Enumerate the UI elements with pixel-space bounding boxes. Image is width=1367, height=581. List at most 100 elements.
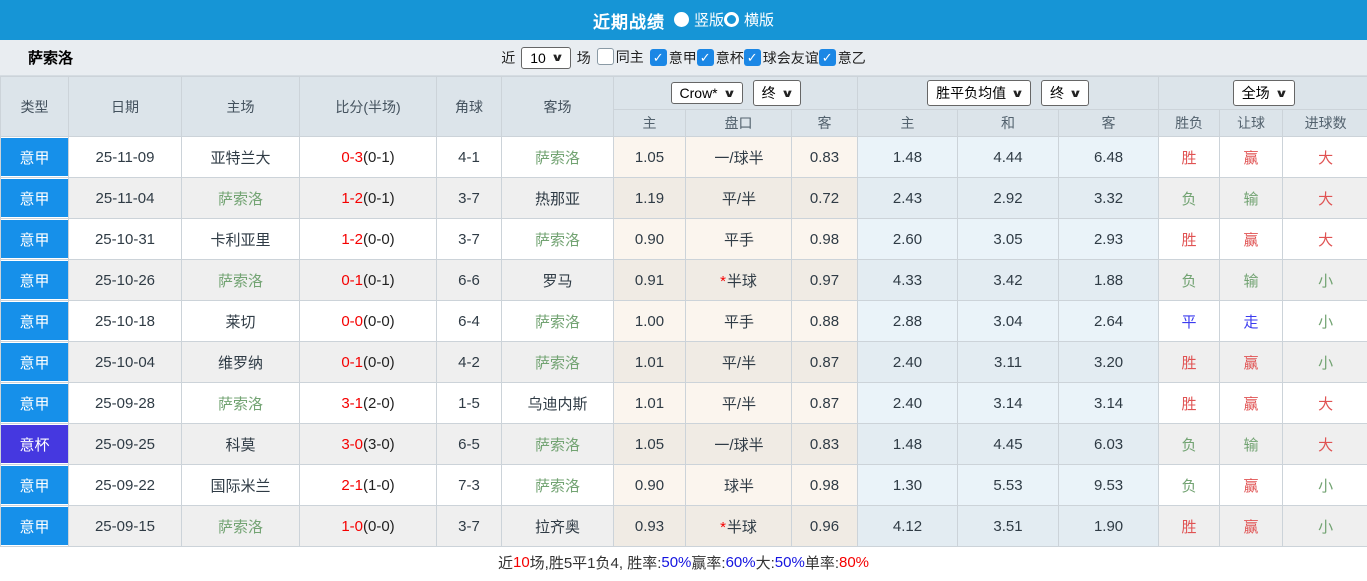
checkbox-checked-icon[interactable]: ✓ [649, 49, 667, 66]
league-checkbox-意杯[interactable]: ✓ 意杯 [696, 48, 744, 68]
league-type-cell: 意杯 [0, 423, 69, 465]
home-team: 国际米兰 [181, 464, 300, 506]
outcome-result: 胜 [1158, 505, 1221, 547]
league-checkbox-意甲[interactable]: ✓ 意甲 [649, 48, 697, 68]
avg-odds-select[interactable]: 胜平负均值 ∨ [927, 80, 1032, 106]
outcome-result: 负 [1158, 177, 1221, 219]
league-checkbox-意乙[interactable]: ✓ 意乙 [818, 48, 866, 68]
avg-draw-odds: 3.14 [957, 382, 1060, 424]
corner-count: 6-4 [436, 300, 502, 342]
checkbox-unchecked-icon[interactable] [596, 48, 614, 66]
ah-home-odds: 1.01 [613, 341, 686, 383]
league-type-cell: 意甲 [0, 382, 69, 424]
goals-result: 小 [1282, 300, 1367, 342]
summary-segment: 赢率: [691, 554, 726, 572]
subcol-avg-win: 主 [857, 109, 959, 137]
avg-lose-odds: 6.03 [1058, 423, 1160, 465]
ah-line: *半球 [685, 505, 792, 547]
away-team: 萨索洛 [501, 464, 614, 506]
avg-lose-odds: 9.53 [1058, 464, 1160, 506]
summary-segment: 50% [661, 553, 692, 571]
ah-line: 平手 [685, 300, 792, 342]
ah-away-odds: 0.88 [790, 300, 859, 342]
avg-win-odds: 4.12 [857, 505, 959, 547]
chevron-down-icon: ∨ [1010, 87, 1025, 100]
match-count-select[interactable]: 10 ∨ [521, 46, 571, 69]
league-type-cell: 意甲 [0, 505, 69, 547]
avg-time-select[interactable]: 终 ∨ [1041, 80, 1089, 106]
radio-icon[interactable] [673, 11, 689, 27]
table-row: 意甲 25-10-18 莱切 0-0(0-0) 6-4 萨索洛 1.00 平手 … [0, 300, 1367, 342]
home-team: 莱切 [181, 300, 300, 342]
checkbox-label: 意乙 [837, 49, 866, 66]
ah-away-odds: 0.97 [790, 259, 859, 301]
score-cell: 2-1(1-0) [299, 464, 437, 506]
checkbox-checked-icon[interactable]: ✓ [818, 49, 836, 66]
radio-icon[interactable] [724, 11, 739, 27]
summary-footer: 近 10 场,胜5平1负4, 胜率: 50% 赢率: 60% 大: 50% 单率: 80% [0, 547, 1367, 577]
col-header-home: 主场 [181, 76, 300, 137]
chevron-down-icon: ∨ [1274, 87, 1288, 100]
period-select[interactable]: 全场 ∨ [1232, 80, 1295, 106]
ah-home-odds: 0.91 [613, 259, 686, 301]
avg-lose-odds: 3.14 [1058, 382, 1160, 424]
goals-result: 大 [1282, 382, 1367, 424]
league-type-cell: 意甲 [0, 341, 69, 383]
away-team: 拉齐奥 [501, 505, 614, 547]
corner-count: 6-6 [436, 259, 502, 301]
avg-lose-odds: 3.32 [1058, 177, 1160, 219]
checkbox-checked-icon[interactable]: ✓ [743, 49, 761, 66]
handicap-time-select[interactable]: 终 ∨ [752, 80, 801, 106]
table-row: 意甲 25-09-15 萨索洛 1-0(0-0) 3-7 拉齐奥 0.93 *半… [0, 505, 1367, 547]
away-team: 萨索洛 [501, 300, 614, 342]
home-team: 亚特兰大 [181, 136, 300, 178]
ah-home-odds: 1.19 [613, 177, 686, 219]
checkbox-label: 意甲 [668, 49, 697, 66]
outcome-result: 负 [1158, 259, 1221, 301]
home-team: 科莫 [181, 423, 300, 465]
avg-lose-odds: 3.20 [1058, 341, 1160, 383]
handicap-result: 赢 [1219, 382, 1284, 424]
ah-line: 球半 [685, 464, 792, 506]
same-home-checkbox-wrap: 同主 [596, 47, 644, 69]
away-team: 萨索洛 [501, 218, 614, 260]
checkbox-checked-icon[interactable]: ✓ [696, 49, 714, 66]
avg-draw-odds: 3.05 [957, 218, 1060, 260]
ah-away-odds: 0.87 [790, 382, 859, 424]
league-type-cell: 意甲 [0, 300, 69, 342]
handicap-result: 输 [1219, 259, 1284, 301]
subcol-outcome: 胜负 [1158, 109, 1221, 137]
ah-away-odds: 0.87 [790, 341, 859, 383]
corner-count: 7-3 [436, 464, 502, 506]
chevron-down-icon: ∨ [722, 87, 736, 100]
handicap-result: 赢 [1219, 218, 1284, 260]
score-cell: 0-1(0-0) [299, 341, 437, 383]
bookmaker-select[interactable]: Crow* ∨ [670, 82, 743, 104]
ah-home-odds: 0.90 [613, 464, 686, 506]
same-home-checkbox[interactable]: 同主 [596, 47, 644, 67]
layout-radio-group: 竖版 横版 [673, 9, 774, 32]
ah-line: 平手 [685, 218, 792, 260]
ah-home-odds: 1.01 [613, 382, 686, 424]
table-row: 意甲 25-10-31 卡利亚里 1-2(0-0) 3-7 萨索洛 0.90 平… [0, 218, 1367, 260]
league-checkbox-球会友谊[interactable]: ✓ 球会友谊 [743, 48, 819, 68]
goals-result: 小 [1282, 259, 1367, 301]
away-team: 热那亚 [501, 177, 614, 219]
ah-line: 平/半 [685, 341, 792, 383]
ah-line: 一/球半 [685, 423, 792, 465]
away-team: 乌迪内斯 [501, 382, 614, 424]
summary-segment: 10 [512, 553, 530, 571]
avg-lose-odds: 2.93 [1058, 218, 1160, 260]
goals-result: 小 [1282, 505, 1367, 547]
outcome-result: 负 [1158, 464, 1221, 506]
handicap-result: 走 [1219, 300, 1284, 342]
match-date: 25-11-09 [68, 136, 182, 178]
home-team: 萨索洛 [181, 382, 300, 424]
layout-radio-horizontal[interactable]: 横版 [724, 9, 774, 30]
corner-count: 4-1 [436, 136, 502, 178]
outcome-result: 胜 [1158, 382, 1221, 424]
corner-count: 3-7 [436, 177, 502, 219]
layout-radio-vertical[interactable]: 竖版 [673, 9, 724, 30]
summary-segment: 大: [755, 554, 775, 572]
summary-segment: 场,胜5平1负4, 胜率: [529, 554, 662, 572]
